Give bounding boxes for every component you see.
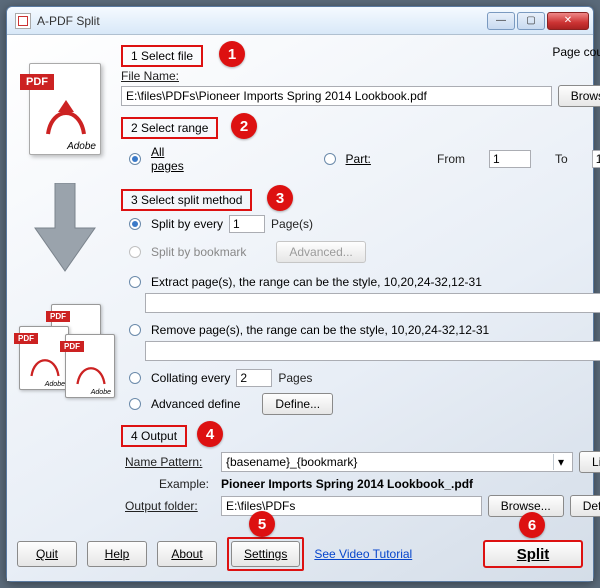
from-input[interactable] xyxy=(489,150,531,168)
radio-icon xyxy=(129,153,141,165)
settings-button[interactable]: Settings xyxy=(231,541,300,567)
section-select-range: 2 Select range xyxy=(121,117,218,139)
radio-extract[interactable]: Extract page(s), the range can be the st… xyxy=(129,275,482,289)
radio-icon xyxy=(129,398,141,410)
from-label: From xyxy=(437,152,465,166)
app-icon xyxy=(15,13,31,29)
file-path-input[interactable] xyxy=(121,86,552,106)
about-button[interactable]: About xyxy=(157,541,217,567)
pdf-badge: PDF xyxy=(20,74,54,90)
radio-split-every[interactable]: Split by every xyxy=(129,217,223,231)
annotation-5: 5 xyxy=(249,511,275,537)
client-area: PDF Adobe PDF Adobe PDF xyxy=(7,35,593,581)
annotation-2: 2 xyxy=(231,113,257,139)
to-label: To xyxy=(555,152,568,166)
form-area: Page count:16 1 Select file 1 File Name:… xyxy=(119,39,600,529)
output-folder-label: Output folder: xyxy=(125,499,215,513)
maximize-button[interactable]: ▢ xyxy=(517,12,545,30)
pdf-source-icon: PDF Adobe xyxy=(29,63,101,155)
bottom-toolbar: Quit Help About Settings 5 See Video Tut… xyxy=(11,529,589,577)
name-pattern-label: Name Pattern: xyxy=(125,455,215,469)
annotation-6: 6 xyxy=(519,512,545,538)
radio-part[interactable]: Part: xyxy=(324,152,371,166)
example-value: Pioneer Imports Spring 2014 Lookbook_.pd… xyxy=(221,477,473,491)
radio-icon xyxy=(129,246,141,258)
pages-suffix: Page(s) xyxy=(271,217,313,231)
browse-file-button[interactable]: Browse... xyxy=(558,85,600,107)
app-window: A-PDF Split — ▢ ✕ PDF Adobe xyxy=(6,6,594,582)
list-button[interactable]: List... xyxy=(579,451,600,473)
radio-collating[interactable]: Collating every xyxy=(129,371,230,385)
to-input[interactable] xyxy=(592,150,600,168)
remove-range-input[interactable] xyxy=(145,341,600,361)
default-button[interactable]: Default xyxy=(570,495,600,517)
advanced-button: Advanced... xyxy=(276,241,365,263)
example-label: Example: xyxy=(125,477,215,491)
annotation-3: 3 xyxy=(267,185,293,211)
pdf-output-stack-icon: PDF Adobe PDF Adobe PDF Adobe xyxy=(15,304,115,404)
define-button[interactable]: Define... xyxy=(262,393,333,415)
radio-all-pages[interactable]: All pages xyxy=(129,145,194,173)
video-tutorial-link[interactable]: See Video Tutorial xyxy=(314,547,412,561)
adobe-label: Adobe xyxy=(67,141,96,152)
name-pattern-dropdown[interactable]: {basename}_{bookmark} ▾ xyxy=(221,452,573,472)
radio-icon xyxy=(129,218,141,230)
sidebar-illustration: PDF Adobe PDF Adobe PDF xyxy=(11,39,119,529)
annotation-1: 1 xyxy=(219,41,245,67)
titlebar[interactable]: A-PDF Split — ▢ ✕ xyxy=(7,7,593,35)
adobe-swoosh-icon xyxy=(44,98,88,138)
minimize-button[interactable]: — xyxy=(487,12,515,30)
split-every-input[interactable] xyxy=(229,215,265,233)
chevron-down-icon: ▾ xyxy=(553,454,568,470)
radio-icon xyxy=(129,372,141,384)
extract-range-input[interactable] xyxy=(145,293,600,313)
section-select-file: 1 Select file xyxy=(121,45,203,67)
radio-remove[interactable]: Remove page(s), the range can be the sty… xyxy=(129,323,489,337)
radio-advanced-define[interactable]: Advanced define xyxy=(129,397,240,411)
split-button[interactable]: Split xyxy=(483,540,583,568)
help-button[interactable]: Help xyxy=(87,541,147,567)
section-select-method: 3 Select split method xyxy=(121,189,252,211)
radio-icon xyxy=(129,324,141,336)
radio-split-bookmark: Split by bookmark xyxy=(129,245,246,259)
section-output: 4 Output xyxy=(121,425,187,447)
radio-icon xyxy=(129,276,141,288)
close-button[interactable]: ✕ xyxy=(547,12,589,30)
quit-button[interactable]: Quit xyxy=(17,541,77,567)
arrow-down-icon xyxy=(30,183,100,276)
collating-input[interactable] xyxy=(236,369,272,387)
annotation-4: 4 xyxy=(197,421,223,447)
radio-icon xyxy=(324,153,336,165)
file-name-label: File Name: xyxy=(121,69,179,83)
window-title: A-PDF Split xyxy=(37,14,487,28)
